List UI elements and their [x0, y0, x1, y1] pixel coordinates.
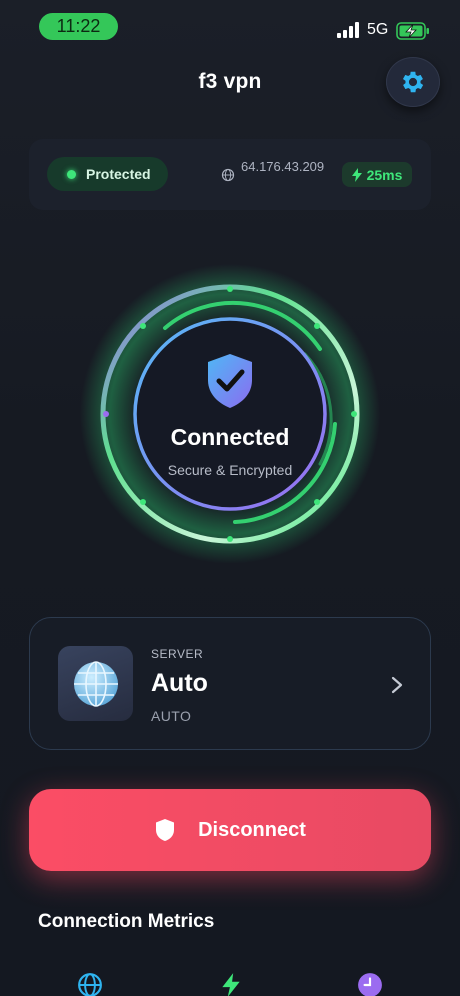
shield-check-icon: [208, 354, 252, 408]
globe-icon: [73, 660, 118, 707]
signal-icon: [337, 22, 359, 38]
bolt-icon: [351, 167, 362, 182]
chevron-right-icon: [391, 676, 403, 694]
connection-info-bar: Protected 64.176.43.209 25ms: [29, 139, 431, 210]
globe-icon: [78, 973, 102, 996]
disconnect-label: Disconnect: [198, 818, 306, 841]
connection-subtitle: Secure & Encrypted: [167, 462, 293, 478]
ip-display: 64.176.43.209: [221, 159, 329, 182]
status-time: 11:22: [39, 13, 118, 40]
server-selector[interactable]: SERVER Auto AUTO: [29, 617, 431, 750]
connection-status: Connected: [170, 424, 290, 450]
bolt-icon: [222, 973, 240, 996]
connection-ring[interactable]: [80, 264, 380, 564]
ip-address: 64.176.43.209: [241, 159, 325, 174]
shield-icon: [156, 819, 175, 841]
protected-status-badge: Protected: [47, 157, 168, 191]
metrics-title: Connection Metrics: [38, 911, 215, 932]
battery-charging-icon: [396, 22, 429, 40]
globe-icon: [221, 168, 235, 182]
status-dot: [67, 169, 76, 179]
clock-icon: [358, 973, 382, 996]
protected-label: Protected: [86, 166, 151, 182]
status-bar: 11:22 5G: [0, 0, 460, 52]
server-code: AUTO: [151, 708, 192, 724]
server-label: SERVER: [151, 647, 204, 661]
server-name: Auto: [151, 669, 208, 697]
latency-badge: 25ms: [342, 162, 412, 187]
gear-icon: [402, 71, 424, 93]
network-type: 5G: [367, 21, 389, 38]
latency-value: 25ms: [366, 166, 403, 183]
server-flag-tile: [58, 646, 133, 721]
ring-graphic: [80, 264, 380, 564]
settings-button[interactable]: [386, 57, 440, 107]
disconnect-button[interactable]: Disconnect: [29, 789, 431, 871]
